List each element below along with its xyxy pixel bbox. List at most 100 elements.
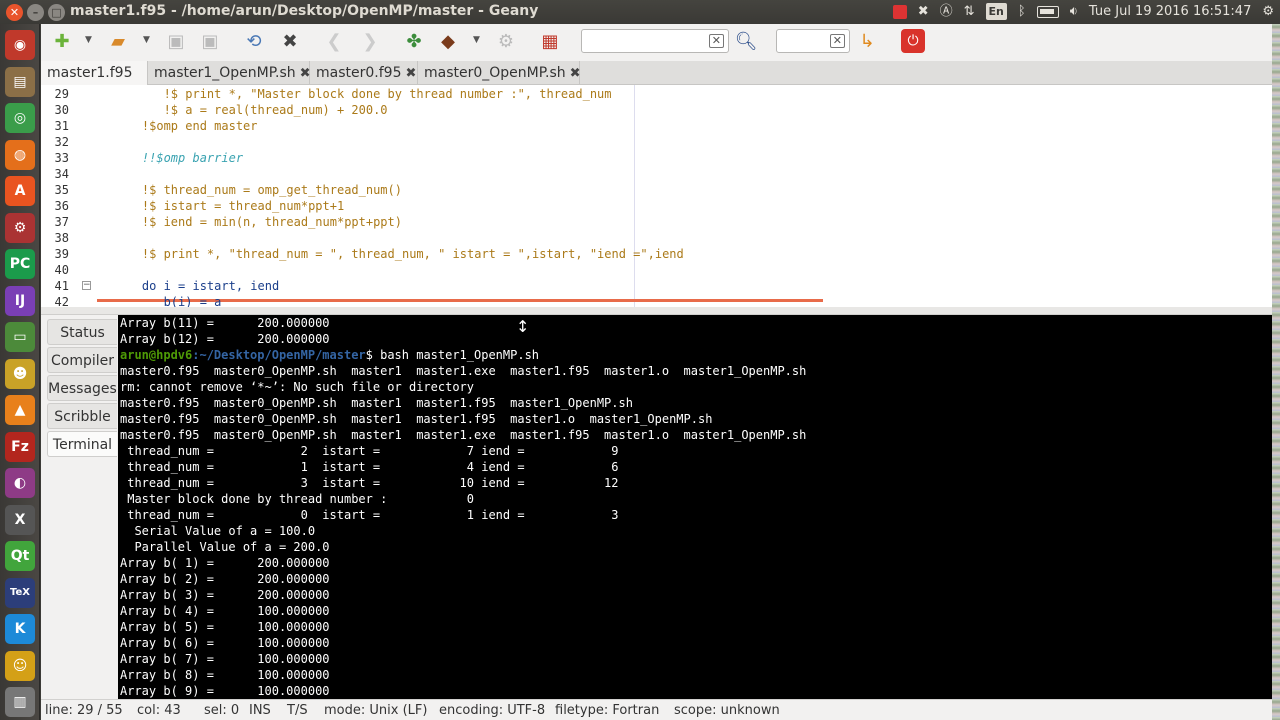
- terminal-icon[interactable]: ☺: [5, 650, 35, 681]
- line-number: 31: [54, 119, 69, 133]
- tab-messages[interactable]: Messages: [47, 375, 117, 401]
- settings-icon[interactable]: ⚙: [5, 212, 35, 243]
- jump-icon[interactable]: ↳: [854, 28, 880, 54]
- code-editor[interactable]: 29 30 31 32 33 34 35 36 37 38 39 40 41 42 − !$ print …: [41, 85, 1274, 307]
- build-dropdown-icon[interactable]: ▼: [473, 35, 480, 45]
- document-tab[interactable]: master0_OpenMP.sh ✖: [418, 61, 581, 85]
- clear-search-icon[interactable]: ✕: [708, 34, 724, 48]
- dash-icon[interactable]: ◉: [5, 30, 35, 60]
- firefox-icon[interactable]: ◍: [5, 139, 35, 170]
- launcher: ◉ ▤ ◎ ◍ A ⚙ PC IJ ▭ ☻ ▲ Fz ◐ X Qt TeX K ☺ ▥: [0, 24, 40, 720]
- compile-icon[interactable]: ✤: [401, 28, 427, 54]
- chrome-icon[interactable]: ◎: [5, 103, 35, 133]
- indicator-area: ✖ Ⓐ ⇅ En ᛒ 🔉︎ Tue Jul 19 2016 16:51:47 ⚙: [892, 3, 1274, 20]
- terminal-line: Array b( 1) = 200.000000: [120, 556, 330, 570]
- quit-icon[interactable]: ⏻: [901, 29, 925, 53]
- document-tab[interactable]: master1.f95: [41, 61, 148, 85]
- record-icon[interactable]: [892, 4, 907, 19]
- volume-icon[interactable]: 🔉︎: [1070, 3, 1078, 20]
- status-encoding: encoding: UTF-8: [439, 703, 546, 718]
- terminal-line: master0.f95 master0_OpenMP.sh master1 ma…: [120, 364, 807, 378]
- clock[interactable]: Tue Jul 19 2016 16:51:47: [1089, 3, 1251, 20]
- line-number: 29: [54, 87, 69, 101]
- clear-goto-icon[interactable]: ✕: [829, 34, 845, 48]
- terminal-line: Array b( 3) = 200.000000: [120, 588, 330, 602]
- status-scope: scope: unknown: [674, 703, 780, 718]
- drive-icon[interactable]: ▭: [5, 322, 35, 352]
- document-tabs: master1.f95 master1_OpenMP.sh ✖ master0.f95…: [41, 61, 1280, 85]
- search-input[interactable]: ✕: [581, 29, 729, 53]
- meld-icon[interactable]: ☻: [5, 358, 35, 389]
- fold-toggle-icon[interactable]: −: [82, 281, 91, 290]
- save-all-icon[interactable]: ▣: [197, 28, 223, 54]
- terminal-line: Array b( 2) = 200.000000: [120, 572, 330, 586]
- run-gear-icon[interactable]: ⚙: [493, 28, 519, 54]
- tab-terminal[interactable]: Terminal: [47, 431, 117, 457]
- color-chooser-icon[interactable]: ▦: [537, 28, 563, 54]
- pycharm-icon[interactable]: PC: [5, 249, 35, 279]
- intellij-icon[interactable]: IJ: [5, 285, 35, 316]
- terminal-line: Master block done by thread number : 0: [120, 492, 475, 506]
- kde-icon[interactable]: K: [5, 614, 35, 644]
- search-icon[interactable]: 🔍︎: [733, 28, 759, 54]
- tab-scribble[interactable]: Scribble: [47, 403, 117, 429]
- terminal[interactable]: Array b(11) = 200.000000 Array b(12) = 20…: [118, 315, 1273, 699]
- terminal-line: master0.f95 master0_OpenMP.sh master1 ma…: [120, 396, 633, 410]
- close-tab-icon[interactable]: ✖: [405, 66, 416, 81]
- font-icon[interactable]: Ⓐ: [940, 3, 953, 20]
- network-icon[interactable]: ⇅: [964, 3, 975, 20]
- open-dropdown-icon[interactable]: ▼: [143, 35, 150, 45]
- window-controls: ✕ – □: [6, 4, 65, 21]
- new-dropdown-icon[interactable]: ▼: [85, 35, 92, 45]
- status-filetype: filetype: Fortran: [555, 703, 660, 718]
- files-icon[interactable]: ▤: [5, 66, 35, 97]
- tools-icon[interactable]: ✖: [918, 3, 929, 20]
- status-ins: INS: [249, 703, 271, 718]
- terminal-line: master0.f95 master0_OpenMP.sh master1 ma…: [120, 412, 713, 426]
- code-line: b(i) = a: [113, 295, 222, 307]
- save-icon[interactable]: ▣: [163, 28, 189, 54]
- goto-line-input[interactable]: ✕: [776, 29, 850, 53]
- window-maximize-button[interactable]: □: [48, 4, 65, 21]
- back-icon[interactable]: ❮: [321, 28, 347, 54]
- line-number: 33: [54, 151, 69, 165]
- qt-icon[interactable]: Qt: [5, 541, 35, 571]
- new-file-icon[interactable]: ✚: [49, 28, 75, 54]
- xming-icon[interactable]: X: [5, 504, 35, 535]
- code-line: !!$omp barrier: [113, 151, 244, 165]
- top-panel: ✕ – □ master1.f95 - /home/arun/Desktop/O…: [0, 0, 1280, 24]
- close-file-icon[interactable]: ✖: [277, 28, 303, 54]
- forward-icon[interactable]: ❯: [357, 28, 383, 54]
- tab-status[interactable]: Status: [47, 319, 117, 345]
- terminal-line: rm: cannot remove ‘*~’: No such file or …: [120, 380, 475, 394]
- software-center-icon[interactable]: A: [5, 176, 35, 206]
- revert-icon[interactable]: ⟲: [241, 28, 267, 54]
- trash-icon[interactable]: ▥: [5, 687, 35, 717]
- line-number: 42: [54, 295, 69, 307]
- bluetooth-icon[interactable]: ᛒ: [1018, 3, 1026, 20]
- texmaker-icon[interactable]: TeX: [5, 577, 35, 608]
- pane-splitter[interactable]: [41, 307, 1280, 315]
- open-folder-icon[interactable]: ▰: [105, 28, 131, 54]
- vlc-icon[interactable]: ▲: [5, 395, 35, 425]
- terminal-line: thread_num = 1 istart = 4 iend = 6: [120, 460, 619, 474]
- status-bar: line: 29 / 55 col: 43 sel: 0 INS T/S mod…: [41, 699, 1280, 720]
- system-gear-icon[interactable]: ⚙: [1262, 3, 1274, 20]
- keyboard-layout[interactable]: En: [985, 3, 1007, 20]
- document-tab[interactable]: master1_OpenMP.sh ✖: [148, 61, 311, 85]
- media-icon[interactable]: ◐: [5, 468, 35, 498]
- tab-compiler[interactable]: Compiler: [47, 347, 117, 373]
- window-minimize-button[interactable]: –: [27, 4, 44, 21]
- filezilla-icon[interactable]: Fz: [5, 431, 35, 462]
- window-close-button[interactable]: ✕: [6, 4, 23, 21]
- document-tab[interactable]: master0.f95 ✖: [310, 61, 418, 85]
- close-tab-icon[interactable]: ✖: [300, 66, 311, 81]
- prompt-user: arun@hpdv6: [120, 348, 193, 362]
- battery-icon[interactable]: [1036, 5, 1059, 18]
- document-tab-label: master1.f95: [47, 65, 133, 81]
- document-tab-label: master0.f95: [316, 65, 402, 81]
- build-icon[interactable]: ◆: [435, 28, 461, 54]
- terminal-line: Serial Value of a = 100.0: [120, 524, 316, 538]
- close-tab-icon[interactable]: ✖: [570, 66, 581, 81]
- code-line: !$ a = real(thread_num) + 200.0: [113, 103, 388, 117]
